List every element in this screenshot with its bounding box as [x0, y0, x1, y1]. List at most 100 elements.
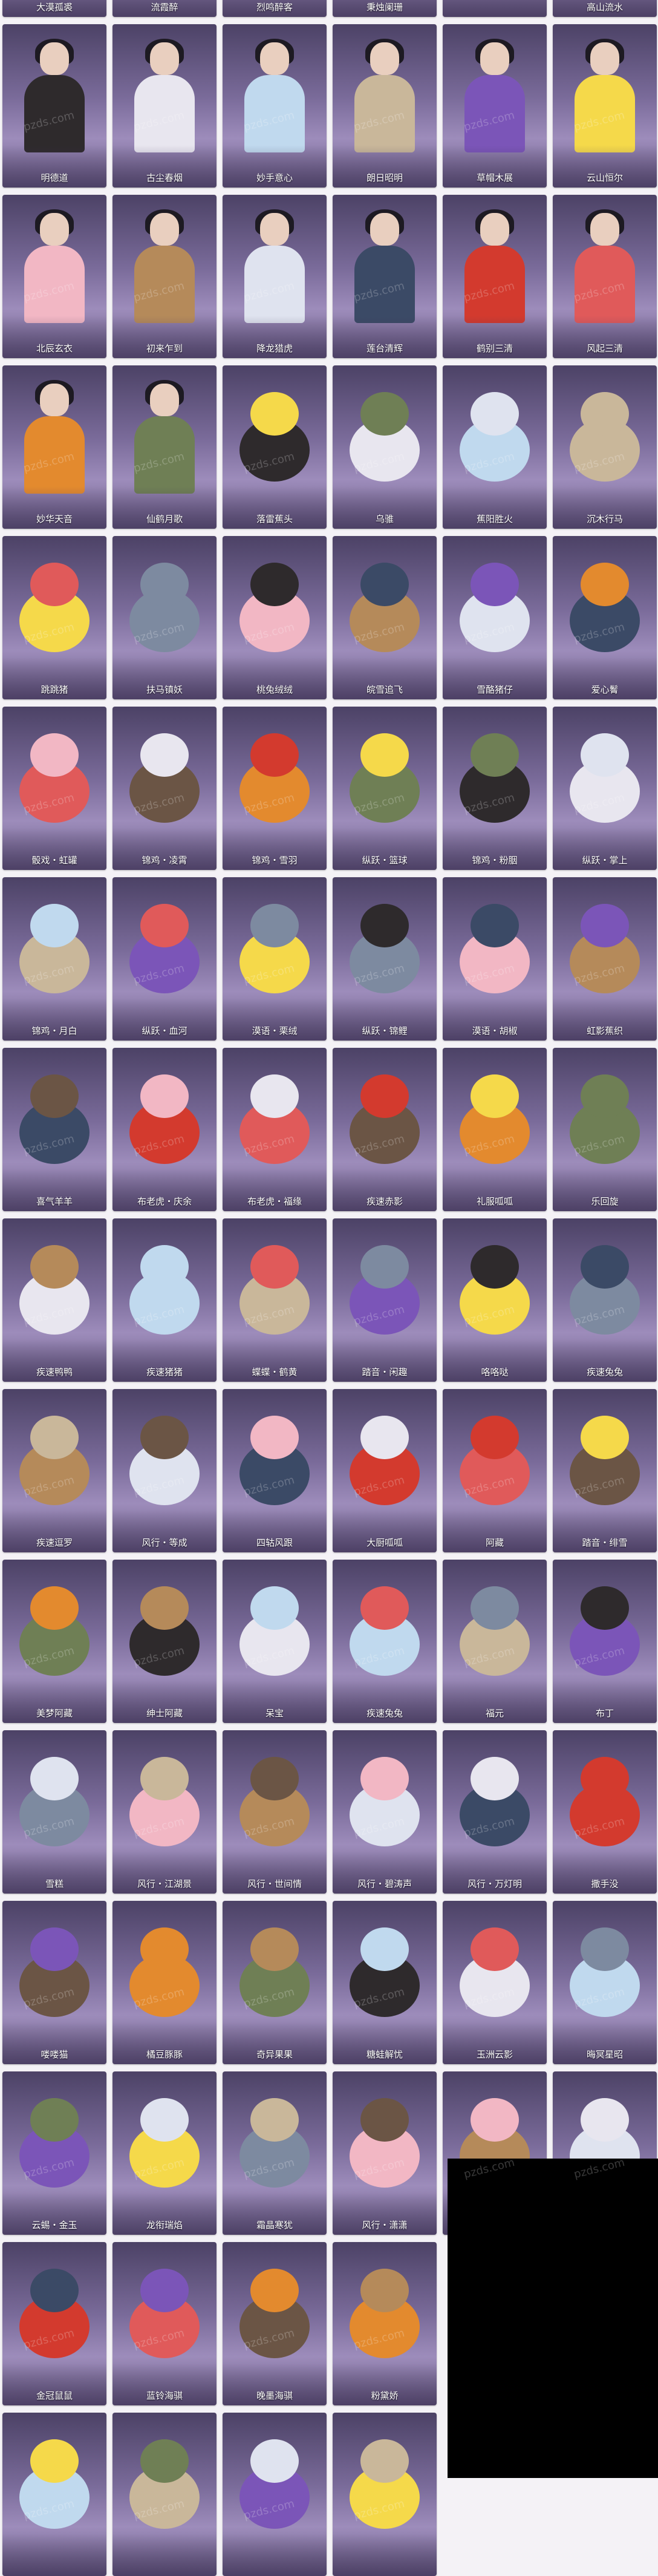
item-card[interactable]: pzds.com 跳跳猪 [2, 536, 106, 699]
item-card[interactable]: pzds.com大漠孤裘 [2, 0, 106, 17]
item-card[interactable]: pzds.com 晚墨海骐 [223, 2242, 327, 2405]
item-card[interactable]: pzds.com 皖雪追飞 [333, 536, 437, 699]
item-card[interactable]: pzds.com 云山恒尔 [553, 24, 657, 188]
item-card[interactable]: pzds.com 咯咯哒 [443, 1218, 547, 1382]
item-card[interactable]: pzds.com 玉洲云影 [443, 1901, 547, 2064]
item-card[interactable]: pzds.com 蝶蝶・鹤黄 [223, 1218, 327, 1382]
item-card[interactable]: pzds.com 金冠鼠鼠 [2, 2242, 106, 2405]
item-card[interactable]: pzds.com [333, 2413, 437, 2576]
item-card[interactable]: pzds.com [443, 0, 547, 17]
item-name: 风起三清 [586, 343, 623, 354]
item-card[interactable]: pzds.com 虹影蕉织 [553, 877, 657, 1041]
item-name: 莲台清辉 [366, 343, 403, 354]
item-card[interactable]: pzds.com 呆宝 [223, 1560, 327, 1723]
item-card[interactable]: pzds.com秉烛阑珊 [333, 0, 437, 17]
item-card[interactable]: pzds.com 布老虎・福缘 [223, 1048, 327, 1211]
item-card[interactable]: pzds.com 纵跃・锦鲤 [333, 877, 437, 1041]
item-card[interactable]: pzds.com 云蜴・金玉 [2, 2071, 106, 2235]
item-card[interactable]: pzds.com 糖蛙解忧 [333, 1901, 437, 2064]
item-card[interactable]: pzds.com 乐回旋 [553, 1048, 657, 1211]
item-card[interactable]: pzds.com 锦鸡・月白 [2, 877, 106, 1041]
item-card[interactable]: pzds.com 蕉阳胜火 [443, 365, 547, 529]
item-card[interactable]: pzds.com 桃兔绒绒 [223, 536, 327, 699]
item-card[interactable]: pzds.com 风行・世间情 [223, 1730, 327, 1894]
item-card[interactable]: pzds.com 风行・潇潇 [333, 2071, 437, 2235]
item-card[interactable]: pzds.com 纵跃・掌上 [553, 707, 657, 870]
item-card[interactable]: pzds.com 落雷蕉头 [223, 365, 327, 529]
item-card[interactable]: pzds.com 妙手意心 [223, 24, 327, 188]
item-card[interactable]: pzds.com 霜晶寒犹 [223, 2071, 327, 2235]
item-card[interactable]: pzds.com 古尘春烟 [112, 24, 217, 188]
item-card[interactable]: pzds.com 雪酪猪仔 [443, 536, 547, 699]
item-card[interactable]: pzds.com流霞醉 [112, 0, 217, 17]
item-card[interactable]: pzds.com 喜气羊羊 [2, 1048, 106, 1211]
item-card[interactable]: pzds.com 疾速鸭鸭 [2, 1218, 106, 1382]
item-card[interactable]: pzds.com 乌骓 [333, 365, 437, 529]
item-card[interactable]: pzds.com 喽喽猫 [2, 1901, 106, 2064]
item-card[interactable]: pzds.com 漠语・栗绒 [223, 877, 327, 1041]
item-name: 晚墨海骐 [256, 2390, 293, 2401]
item-card[interactable]: pzds.com 朗日昭明 [333, 24, 437, 188]
item-card[interactable]: pzds.com 扶马镇妖 [112, 536, 217, 699]
item-card[interactable]: pzds.com 锦鸡・凌霄 [112, 707, 217, 870]
item-card[interactable]: pzds.com 晦冥星昭 [553, 1901, 657, 2064]
item-card[interactable]: pzds.com 锦鸡・雪羽 [223, 707, 327, 870]
item-card[interactable]: pzds.com 仙鹤月歌 [112, 365, 217, 529]
item-card[interactable]: pzds.com 纵跃・血河 [112, 877, 217, 1041]
item-card[interactable]: pzds.com 布老虎・庆余 [112, 1048, 217, 1211]
item-card[interactable]: pzds.com 纵跃・篮球 [333, 707, 437, 870]
item-card[interactable]: pzds.com 锦鸡・粉胭 [443, 707, 547, 870]
item-card[interactable]: pzds.com 漠语・胡椒 [443, 877, 547, 1041]
item-name: 礼服呱呱 [476, 1196, 513, 1207]
item-card[interactable]: pzds.com 龙衔瑞焰 [112, 2071, 217, 2235]
item-preview-image [457, 1917, 532, 2029]
item-card[interactable]: pzds.com烈鸣醉客 [223, 0, 327, 17]
item-preview-image [17, 1746, 92, 1858]
item-card[interactable]: pzds.com [2, 2413, 106, 2576]
item-card[interactable]: pzds.com高山流水 [553, 0, 657, 17]
item-card[interactable]: pzds.com 沉木行马 [553, 365, 657, 529]
item-card[interactable]: pzds.com 草帽木展 [443, 24, 547, 188]
item-card[interactable]: pzds.com 鹤别三清 [443, 195, 547, 358]
item-card[interactable]: pzds.com 大厨呱呱 [333, 1389, 437, 1552]
item-card[interactable]: pzds.com 风行・碧涛声 [333, 1730, 437, 1894]
item-card[interactable]: pzds.com 风行・江湖景 [112, 1730, 217, 1894]
item-card[interactable]: pzds.com 初来乍到 [112, 195, 217, 358]
item-preview-image [17, 1575, 92, 1688]
item-card[interactable]: pzds.com 疾速兔兔 [333, 1560, 437, 1723]
item-card[interactable]: pzds.com 绅士阿藏 [112, 1560, 217, 1723]
item-card[interactable]: pzds.com 风起三清 [553, 195, 657, 358]
item-card[interactable]: pzds.com 四轱风跟 [223, 1389, 327, 1552]
item-card[interactable]: pzds.com 福元 [443, 1560, 547, 1723]
item-card[interactable]: pzds.com [112, 2413, 217, 2576]
item-preview-image [237, 722, 312, 835]
item-card[interactable]: pzds.com 风行・等成 [112, 1389, 217, 1552]
item-name: 流霞醉 [151, 2, 178, 13]
item-name: 玉洲云影 [476, 2049, 513, 2060]
item-card[interactable]: pzds.com 踏音・闲趣 [333, 1218, 437, 1382]
item-card[interactable]: pzds.com 疾速猪猪 [112, 1218, 217, 1382]
item-card[interactable]: pzds.com 风行・万灯明 [443, 1730, 547, 1894]
item-card[interactable]: pzds.com 雪糕 [2, 1730, 106, 1894]
item-card[interactable]: pzds.com 布丁 [553, 1560, 657, 1723]
item-card[interactable]: pzds.com 奇异果果 [223, 1901, 327, 2064]
item-card[interactable]: pzds.com 爱心鬌 [553, 536, 657, 699]
item-card[interactable]: pzds.com 北辰玄衣 [2, 195, 106, 358]
item-card[interactable]: pzds.com 骰戏・虹罐 [2, 707, 106, 870]
item-card[interactable]: pzds.com 疾速赤影 [333, 1048, 437, 1211]
item-card[interactable]: pzds.com 阿藏 [443, 1389, 547, 1552]
item-card[interactable]: pzds.com 蓝铃海骐 [112, 2242, 217, 2405]
item-card[interactable]: pzds.com 橘豆豚豚 [112, 1901, 217, 2064]
item-card[interactable]: pzds.com 礼服呱呱 [443, 1048, 547, 1211]
item-card[interactable]: pzds.com 疾速兔兔 [553, 1218, 657, 1382]
item-card[interactable]: pzds.com [223, 2413, 327, 2576]
item-card[interactable]: pzds.com 疾速逗罗 [2, 1389, 106, 1552]
item-card[interactable]: pzds.com 踏音・绯雪 [553, 1389, 657, 1552]
item-card[interactable]: pzds.com 粉黛娇 [333, 2242, 437, 2405]
item-card[interactable]: pzds.com 莲台清辉 [333, 195, 437, 358]
item-card[interactable]: pzds.com 妙华天音 [2, 365, 106, 529]
item-card[interactable]: pzds.com 撒手没 [553, 1730, 657, 1894]
item-card[interactable]: pzds.com 明德道 [2, 24, 106, 188]
item-card[interactable]: pzds.com 美梦阿藏 [2, 1560, 106, 1723]
item-card[interactable]: pzds.com 降龙猎虎 [223, 195, 327, 358]
